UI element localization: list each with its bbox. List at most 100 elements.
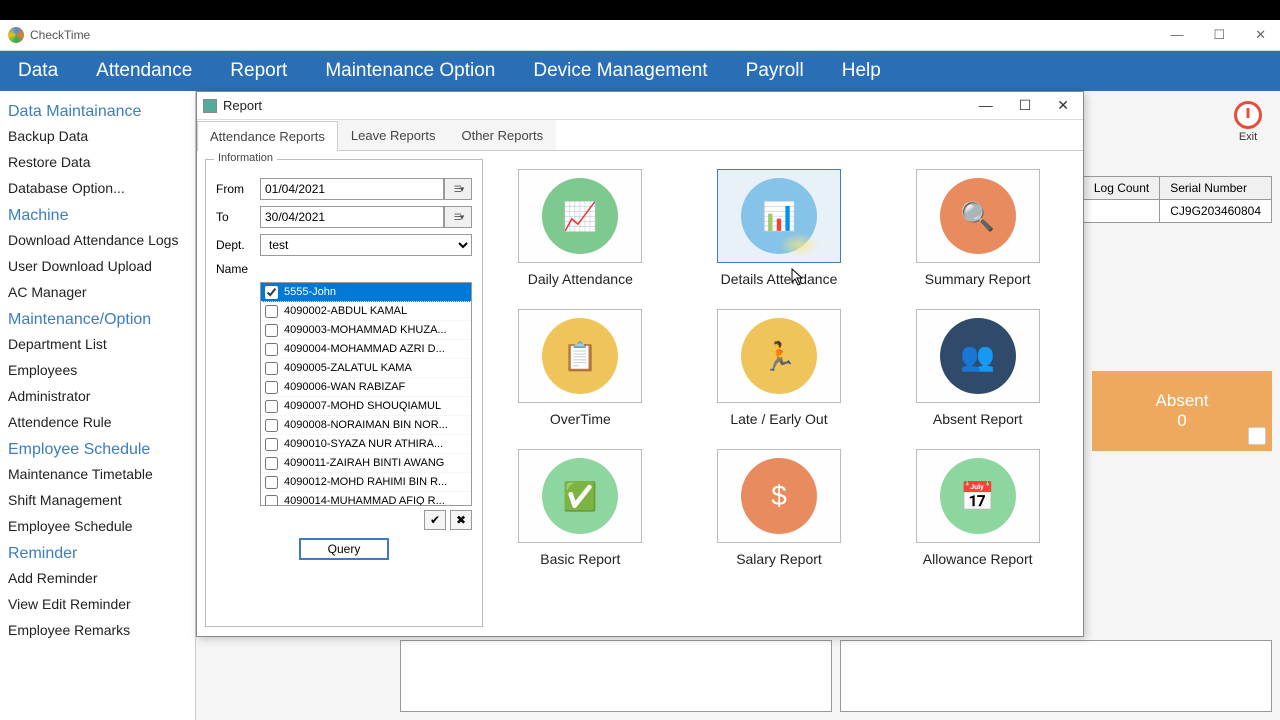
report-tile[interactable]: $Salary Report <box>700 449 859 567</box>
sidebar-item[interactable]: Administrator <box>8 383 187 409</box>
name-list-row[interactable]: 4090008-NORAIMAN BIN NOR... <box>261 416 471 435</box>
sidebar-item[interactable]: Employee Remarks <box>8 617 187 643</box>
report-tile-icon: 🔍 <box>916 169 1040 263</box>
menu-item[interactable]: Device Management <box>523 54 717 88</box>
name-checkbox[interactable] <box>265 305 278 318</box>
report-tile-label: Late / Early Out <box>700 411 859 427</box>
sidebar-item[interactable]: Add Reminder <box>8 565 187 591</box>
name-list-row[interactable]: 4090007-MOHD SHOUQIAMUL <box>261 397 471 416</box>
from-date-dropdown-icon[interactable] <box>444 178 472 200</box>
window-close-button[interactable]: ✕ <box>1249 25 1272 45</box>
window-maximize-button[interactable]: ☐ <box>1207 25 1231 45</box>
device-table: Log Count Serial Number CJ9G203460804 <box>1083 176 1272 223</box>
name-list-row[interactable]: 4090005-ZALATUL KAMA <box>261 359 471 378</box>
report-tile[interactable]: 🏃 Late / Early Out <box>700 309 859 427</box>
name-list-row[interactable]: 4090004-MOHAMMAD AZRI D... <box>261 340 471 359</box>
from-label: From <box>216 182 260 196</box>
report-tile-label: Details Attendance <box>700 271 859 287</box>
report-window-title: Report <box>223 98 971 113</box>
name-checkbox[interactable] <box>265 419 278 432</box>
confirm-list-button[interactable]: ✔ <box>424 510 446 530</box>
name-checkbox[interactable] <box>265 343 278 356</box>
name-list-row[interactable]: 4090011-ZAIRAH BINTI AWANG <box>261 454 471 473</box>
report-tile[interactable]: 🔍 Summary Report <box>898 169 1057 287</box>
app-logo-icon <box>8 27 24 43</box>
name-checkbox[interactable] <box>265 400 278 413</box>
name-checkbox[interactable] <box>265 286 278 299</box>
name-list-row[interactable]: 4090002-ABDUL KAMAL <box>261 302 471 321</box>
menu-item[interactable]: Payroll <box>736 54 814 88</box>
report-tile[interactable]: 📅Allowance Report <box>898 449 1057 567</box>
sidebar-item[interactable]: Restore Data <box>8 149 187 175</box>
name-checkbox[interactable] <box>265 324 278 337</box>
menu-item[interactable]: Help <box>832 54 891 88</box>
sidebar-item[interactable]: View Edit Reminder <box>8 591 187 617</box>
report-tile[interactable]: 👥 Absent Report <box>898 309 1057 427</box>
name-list-row[interactable]: 5555-John <box>261 283 471 302</box>
name-list-row[interactable]: 4090006-WAN RABIZAF <box>261 378 471 397</box>
name-checkbox[interactable] <box>265 381 278 394</box>
report-tile-icon: ✅ <box>518 449 642 543</box>
cancel-list-button[interactable]: ✖ <box>450 510 472 530</box>
menu-item[interactable]: Attendance <box>86 54 202 88</box>
report-tile[interactable]: 📋OverTime <box>501 309 660 427</box>
sidebar-item[interactable]: Download Attendance Logs <box>8 227 187 253</box>
to-date-dropdown-icon[interactable] <box>444 206 472 228</box>
sidebar-item[interactable]: Maintenance Timetable <box>8 461 187 487</box>
sidebar-heading: Reminder <box>8 539 187 565</box>
modal-close-button[interactable]: ✕ <box>1049 95 1077 116</box>
serial-header: Serial Number <box>1160 177 1271 200</box>
report-tile-label: Summary Report <box>898 271 1057 287</box>
report-tile[interactable]: ✅Basic Report <box>501 449 660 567</box>
report-tile[interactable]: 📈Daily Attendance <box>501 169 660 287</box>
sidebar: Data MaintainanceBackup DataRestore Data… <box>0 91 196 720</box>
report-tile-icon: 📊 <box>717 169 841 263</box>
name-label-text: 5555-John <box>284 286 336 298</box>
exit-button[interactable]: Exit <box>1234 101 1262 143</box>
name-list-row[interactable]: 4090003-MOHAMMAD KHUZA... <box>261 321 471 340</box>
log-count-header: Log Count <box>1084 177 1159 200</box>
report-tile[interactable]: 📊 Details Attendance <box>700 169 859 287</box>
report-tab[interactable]: Other Reports <box>448 120 556 150</box>
sidebar-item[interactable]: AC Manager <box>8 279 187 305</box>
window-minimize-button[interactable]: ― <box>1164 25 1189 45</box>
name-checkbox[interactable] <box>265 495 278 506</box>
sidebar-item[interactable]: Attendence Rule <box>8 409 187 435</box>
menu-item[interactable]: Maintenance Option <box>315 54 505 88</box>
report-tile-icon: 🏃 <box>717 309 841 403</box>
name-label-text: 4090008-NORAIMAN BIN NOR... <box>284 419 448 431</box>
sidebar-item[interactable]: Shift Management <box>8 487 187 513</box>
report-window: Report ― ☐ ✕ Attendance ReportsLeave Rep… <box>196 91 1084 637</box>
sidebar-item[interactable]: User Download Upload <box>8 253 187 279</box>
sidebar-item[interactable]: Backup Data <box>8 123 187 149</box>
modal-maximize-button[interactable]: ☐ <box>1011 95 1040 116</box>
name-checkbox[interactable] <box>265 457 278 470</box>
sidebar-item[interactable]: Database Option... <box>8 175 187 201</box>
name-checkbox[interactable] <box>265 438 278 451</box>
modal-minimize-button[interactable]: ― <box>971 95 1001 116</box>
report-glyph-icon: 👥 <box>940 318 1016 394</box>
name-label-text: 4090011-ZAIRAH BINTI AWANG <box>284 457 444 469</box>
menu-item[interactable]: Report <box>220 54 297 88</box>
sidebar-item[interactable]: Employees <box>8 357 187 383</box>
sidebar-item[interactable]: Employee Schedule <box>8 513 187 539</box>
report-tile-label: Salary Report <box>700 551 859 567</box>
name-checkbox[interactable] <box>265 362 278 375</box>
dept-select[interactable]: test <box>260 234 472 256</box>
report-tile-label: Absent Report <box>898 411 1057 427</box>
refresh-icon[interactable] <box>1248 427 1266 445</box>
name-list-row[interactable]: 4090014-MUHAMMAD AFIQ R... <box>261 492 471 505</box>
report-tab[interactable]: Leave Reports <box>338 120 449 150</box>
menu-item[interactable]: Data <box>8 54 68 88</box>
report-glyph-icon: 📊 <box>741 178 817 254</box>
exit-label: Exit <box>1234 131 1262 143</box>
from-date-input[interactable] <box>260 178 444 200</box>
name-checkbox[interactable] <box>265 476 278 489</box>
report-tab[interactable]: Attendance Reports <box>197 121 338 151</box>
name-list[interactable]: 5555-John 4090002-ABDUL KAMAL4090003-MOHA… <box>260 282 472 506</box>
to-date-input[interactable] <box>260 206 444 228</box>
name-list-row[interactable]: 4090012-MOHD RAHIMI BIN R... <box>261 473 471 492</box>
name-list-row[interactable]: 4090010-SYAZA NUR ATHIRA... <box>261 435 471 454</box>
sidebar-item[interactable]: Department List <box>8 331 187 357</box>
query-button[interactable]: Query <box>299 538 389 560</box>
